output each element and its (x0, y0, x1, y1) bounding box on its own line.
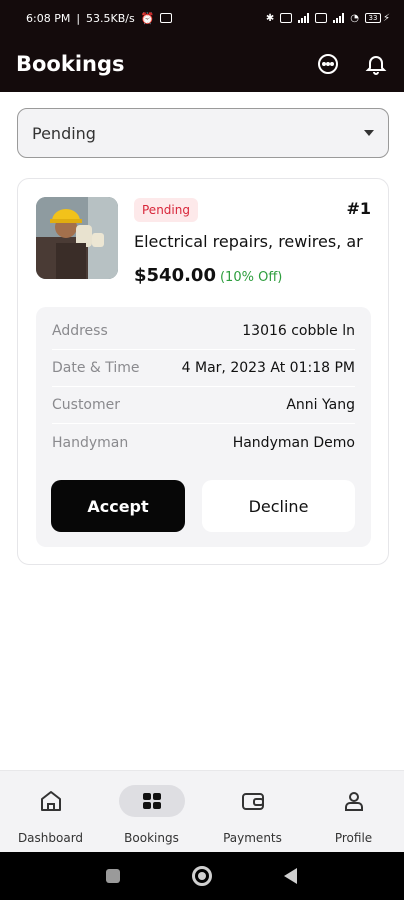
detail-value: 13016 cobble ln (242, 323, 355, 339)
nav-item-dashboard[interactable]: Dashboard (0, 781, 101, 845)
bell-icon[interactable] (364, 52, 388, 76)
detail-value: Handyman Demo (232, 434, 355, 451)
booking-card[interactable]: Pending #1 Electrical repairs, rewires, … (17, 178, 389, 565)
battery-icon: 33 ⚡ (364, 13, 390, 24)
detail-row-handyman: Handyman Handyman Demo (52, 424, 355, 461)
detail-label: Date & Time (52, 360, 140, 376)
nav-label: Dashboard (17, 831, 84, 845)
booking-number: #1 (346, 199, 371, 218)
booking-details: Address 13016 cobble ln Date & Time 4 Ma… (36, 307, 371, 547)
notification-icon (160, 13, 173, 23)
accept-button[interactable]: Accept (51, 480, 185, 532)
status-net-speed: 53.5KB/s (86, 11, 135, 25)
detail-value: Anni Yang (286, 397, 355, 413)
status-time: 6:08 PM (26, 11, 71, 25)
signal-icon (298, 13, 310, 23)
sim2-icon (315, 13, 328, 23)
back-icon[interactable] (284, 868, 297, 884)
status-filter-dropdown[interactable]: Pending (17, 108, 389, 158)
detail-label: Handyman (52, 434, 129, 451)
price-amount: $540.00 (134, 265, 216, 286)
bluetooth-icon: ✱ (265, 12, 275, 24)
nav-label: Profile (334, 831, 373, 845)
wifi-icon: ◔ (350, 12, 359, 24)
detail-row-datetime: Date & Time 4 Mar, 2023 At 01:18 PM (52, 350, 355, 387)
service-image (36, 197, 118, 279)
bookings-icon (142, 793, 161, 809)
chat-bubble-icon[interactable] (316, 52, 340, 76)
home-button-icon[interactable] (192, 866, 212, 886)
nav-item-profile[interactable]: Profile (303, 781, 404, 845)
app-bar: Bookings (0, 36, 404, 92)
decline-button[interactable]: Decline (202, 480, 355, 532)
status-badge: Pending (134, 198, 198, 222)
profile-icon (344, 792, 363, 811)
sim-icon (280, 13, 293, 23)
wallet-icon (241, 793, 264, 810)
chevron-down-icon (364, 130, 374, 136)
filter-selected-value: Pending (32, 123, 96, 143)
nav-item-payments[interactable]: Payments (202, 781, 303, 845)
nav-label: Payments (223, 831, 282, 845)
system-navigation-bar (0, 852, 404, 900)
status-bar: 6:08 PM | 53.5KB/s ⏰ ✱ ◔ 33 ⚡ (0, 0, 404, 36)
signal2-icon (333, 13, 345, 23)
nav-label: Bookings (124, 831, 179, 845)
nav-item-bookings[interactable]: Bookings (101, 781, 202, 845)
service-name: Electrical repairs, rewires, ar (134, 232, 363, 251)
discount-label: (10% Off) (219, 270, 283, 285)
detail-label: Address (52, 323, 108, 339)
price-block: $540.00 (10% Off) (134, 265, 282, 286)
bottom-navigation: Dashboard Bookings Payments Profile (0, 770, 404, 852)
detail-row-customer: Customer Anni Yang (52, 387, 355, 424)
detail-row-address: Address 13016 cobble ln (52, 313, 355, 350)
alarm-icon: ⏰ (140, 11, 155, 25)
page-title: Bookings (16, 52, 125, 76)
recents-icon[interactable] (106, 869, 120, 883)
detail-label: Customer (52, 397, 121, 413)
home-icon (40, 791, 61, 811)
detail-value: 4 Mar, 2023 At 01:18 PM (181, 360, 355, 376)
